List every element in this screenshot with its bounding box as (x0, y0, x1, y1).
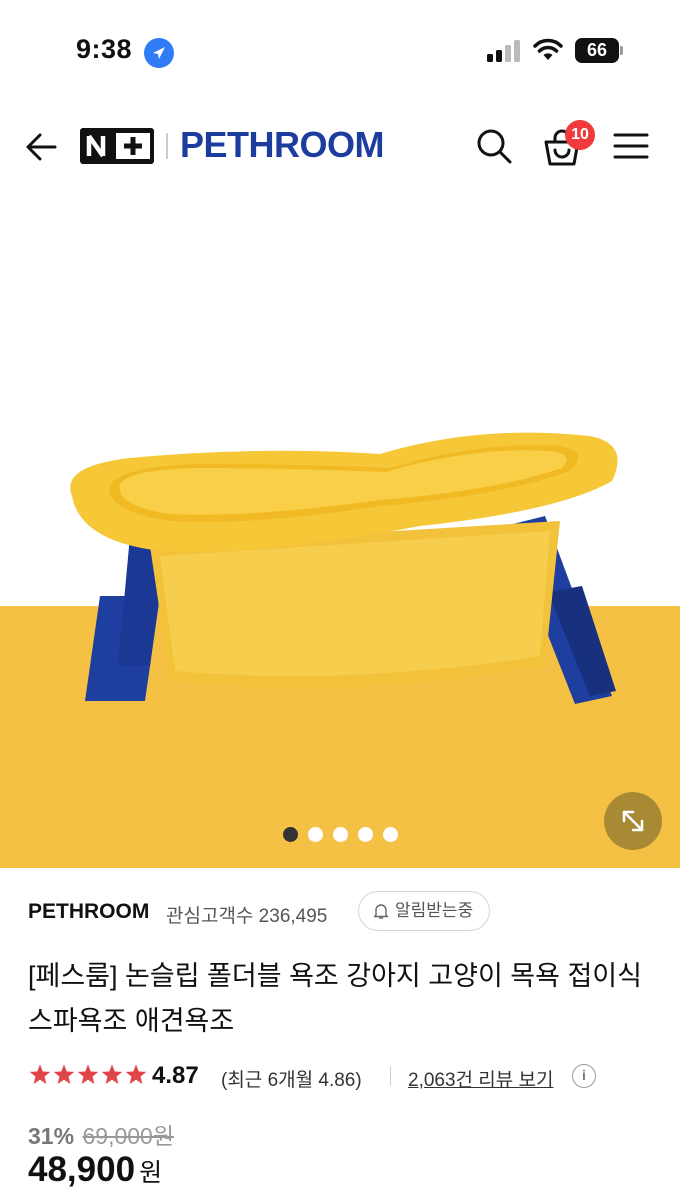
naver-plus-logo[interactable] (80, 128, 154, 164)
star-rating-icon (29, 1064, 147, 1084)
wifi-icon (533, 38, 563, 62)
brand-store-name[interactable]: PETHROOM (180, 124, 385, 166)
cart-button[interactable]: 10 (542, 120, 596, 168)
carousel-dot[interactable] (382, 827, 398, 843)
back-arrow-icon[interactable] (22, 128, 60, 166)
rating-divider (390, 1066, 391, 1086)
discount-rate: 31% (28, 1123, 75, 1149)
battery-indicator: 66 (575, 38, 623, 63)
status-bar: 9:38 66 (0, 0, 680, 100)
rating-value: 4.87 (152, 1062, 199, 1089)
follower-count: 관심고객수 236,495 (166, 906, 328, 927)
battery-level: 66 (575, 38, 619, 63)
carousel-pagination (0, 826, 680, 843)
expand-image-icon[interactable] (604, 792, 662, 850)
naver-plus-logo-mark (86, 133, 150, 159)
carousel-dot[interactable] (357, 827, 373, 843)
battery-cap (620, 46, 623, 55)
carousel-dot[interactable] (282, 827, 298, 843)
info-icon[interactable]: i (572, 1064, 596, 1088)
sale-price: 48,900 (28, 1150, 136, 1189)
location-arrow-icon (144, 38, 174, 68)
product-image-carousel[interactable] (0, 196, 680, 868)
notify-label: 알림받는중 (395, 901, 474, 920)
product-title: [페스룸] 논슬립 폴더블 욕조 강아지 고양이 목욕 접이식 스파욕조 애견욕… (28, 961, 642, 1036)
carousel-dot[interactable] (332, 827, 348, 843)
notification-subscribe-button[interactable]: 알림받는중 (358, 891, 491, 931)
recent-rating: (최근 6개월 4.86) (221, 1070, 362, 1091)
seller-name[interactable]: PETHROOM (28, 900, 149, 924)
product-photo (0, 432, 680, 868)
status-time: 9:38 (76, 34, 133, 64)
currency-unit: 원 (139, 1159, 163, 1187)
original-price: 69,000원 (82, 1123, 175, 1149)
seller-row: PETHROOM 관심고객수 236,495 알림받는중 (28, 890, 668, 932)
review-link[interactable]: 2,063건 리뷰 보기 (408, 1065, 554, 1092)
bell-icon (373, 904, 389, 919)
app-header: PETHROOM 10 (0, 100, 680, 196)
carousel-dot[interactable] (307, 827, 323, 843)
cart-count-badge: 10 (565, 120, 595, 150)
discount-row: 31% 69,000원 (28, 1117, 175, 1149)
rating-row: 4.87 (최근 6개월 4.86) 2,063건 리뷰 보기 i (28, 1060, 668, 1094)
search-icon[interactable] (474, 126, 514, 166)
hamburger-menu-icon[interactable] (612, 130, 650, 162)
cellular-signal-icon (487, 40, 523, 62)
price-row: 48,900 원 (28, 1150, 162, 1190)
brand-divider (166, 133, 168, 159)
